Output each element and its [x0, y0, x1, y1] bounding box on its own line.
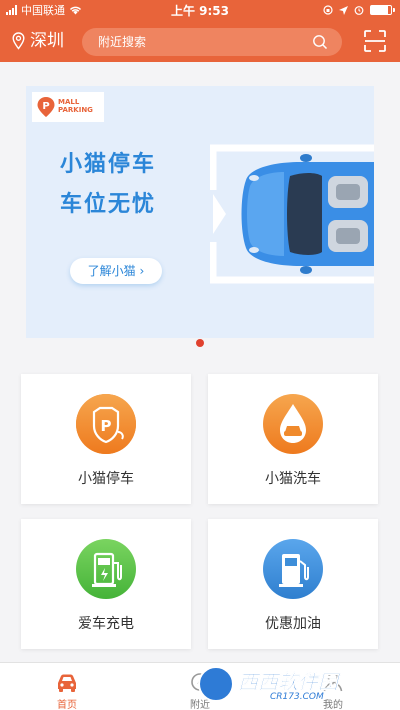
alarm-icon: [354, 6, 364, 15]
fuel-icon: [263, 539, 323, 599]
promo-banner[interactable]: P MALL PARKING 小猫停车 车位无忧 了解小猫 ›: [26, 86, 374, 338]
city-selector[interactable]: 深圳: [30, 30, 64, 52]
top-header: 深圳 附近搜索: [0, 20, 400, 62]
status-right: [323, 5, 395, 15]
watermark-title: 西西软件园: [238, 670, 339, 695]
service-card-fuel[interactable]: 优惠加油: [208, 519, 378, 649]
logo-line1: MALL: [58, 98, 80, 106]
mall-parking-logo: P MALL PARKING: [32, 92, 104, 122]
logo-text: MALL PARKING: [58, 98, 93, 114]
svg-text:P: P: [101, 417, 112, 435]
service-label: 优惠加油: [265, 616, 321, 632]
service-label: 爱车充电: [78, 616, 134, 632]
search-input[interactable]: 附近搜索: [82, 28, 342, 56]
logo-mark: P: [42, 101, 49, 112]
scan-icon[interactable]: [364, 30, 386, 52]
status-bar: 中国联通 上午 9:53: [0, 0, 400, 20]
service-card-parking[interactable]: P 小猫停车: [21, 374, 191, 504]
service-label: 小猫停车: [78, 471, 134, 487]
tab-home[interactable]: 首页: [0, 663, 134, 710]
search-placeholder: 附近搜索: [98, 35, 147, 49]
service-card-charging[interactable]: 爱车充电: [21, 519, 191, 649]
parking-icon: P: [76, 394, 136, 454]
location-pin-icon[interactable]: [12, 32, 25, 50]
parking-logo-icon: P: [37, 97, 55, 117]
charging-icon: [76, 539, 136, 599]
watermark: 西西软件园 CR173.COM: [196, 664, 396, 706]
carousel-indicator[interactable]: [196, 339, 204, 347]
location-arrow-icon: [339, 5, 348, 15]
car-icon: [58, 674, 76, 692]
tab-label: 首页: [57, 700, 77, 710]
car-illustration: [210, 144, 374, 284]
logo-line2: PARKING: [58, 106, 93, 114]
rotation-lock-icon: [323, 5, 333, 15]
car-wash-icon: [263, 394, 323, 454]
service-label: 小猫洗车: [265, 471, 321, 487]
chevron-right-icon: ›: [139, 264, 145, 278]
search-icon[interactable]: [312, 34, 328, 50]
learn-more-label: 了解小猫: [87, 264, 140, 278]
banner-title: 小猫停车: [60, 152, 157, 177]
learn-more-button[interactable]: 了解小猫 ›: [70, 258, 162, 284]
service-card-car-wash[interactable]: 小猫洗车: [208, 374, 378, 504]
battery-icon: [370, 5, 395, 15]
banner-subtitle: 车位无忧: [60, 192, 157, 217]
watermark-logo-icon: [198, 666, 234, 702]
watermark-subtitle: CR173.COM: [270, 692, 324, 702]
